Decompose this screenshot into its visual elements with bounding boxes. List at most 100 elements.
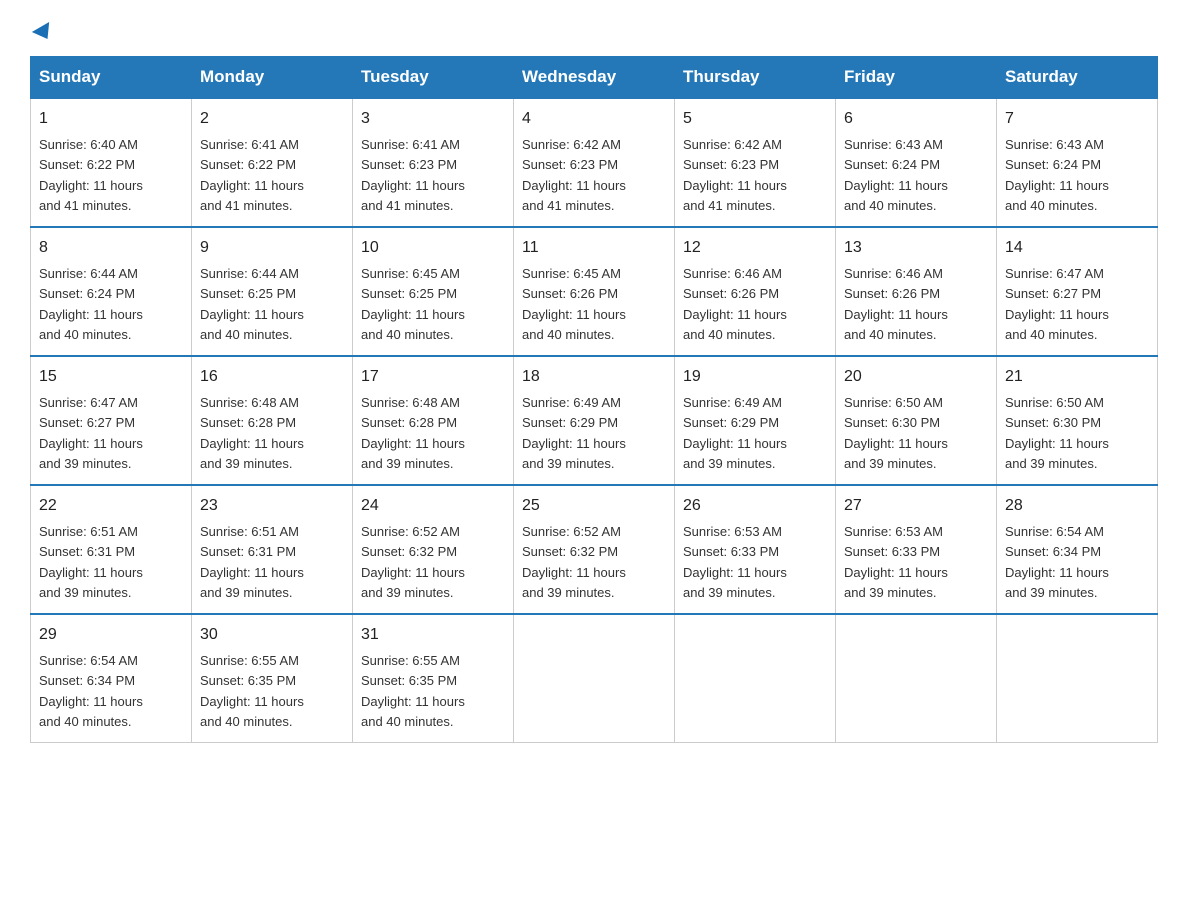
day-info: Sunrise: 6:40 AM Sunset: 6:22 PM Dayligh…: [39, 137, 143, 213]
column-header-sunday: Sunday: [31, 57, 192, 99]
calendar-cell: 1 Sunrise: 6:40 AM Sunset: 6:22 PM Dayli…: [31, 98, 192, 227]
calendar-cell: 5 Sunrise: 6:42 AM Sunset: 6:23 PM Dayli…: [675, 98, 836, 227]
calendar-cell: 24 Sunrise: 6:52 AM Sunset: 6:32 PM Dayl…: [353, 485, 514, 614]
day-info: Sunrise: 6:54 AM Sunset: 6:34 PM Dayligh…: [1005, 524, 1109, 600]
day-info: Sunrise: 6:46 AM Sunset: 6:26 PM Dayligh…: [683, 266, 787, 342]
day-number: 13: [844, 236, 988, 260]
calendar-cell: 25 Sunrise: 6:52 AM Sunset: 6:32 PM Dayl…: [514, 485, 675, 614]
day-info: Sunrise: 6:55 AM Sunset: 6:35 PM Dayligh…: [361, 653, 465, 729]
day-number: 19: [683, 365, 827, 389]
day-info: Sunrise: 6:50 AM Sunset: 6:30 PM Dayligh…: [844, 395, 948, 471]
day-number: 2: [200, 107, 344, 131]
day-number: 22: [39, 494, 183, 518]
day-info: Sunrise: 6:48 AM Sunset: 6:28 PM Dayligh…: [200, 395, 304, 471]
day-number: 3: [361, 107, 505, 131]
calendar-week-4: 22 Sunrise: 6:51 AM Sunset: 6:31 PM Dayl…: [31, 485, 1158, 614]
calendar-cell: [514, 614, 675, 743]
column-header-wednesday: Wednesday: [514, 57, 675, 99]
day-info: Sunrise: 6:49 AM Sunset: 6:29 PM Dayligh…: [522, 395, 626, 471]
calendar-cell: 17 Sunrise: 6:48 AM Sunset: 6:28 PM Dayl…: [353, 356, 514, 485]
day-number: 18: [522, 365, 666, 389]
day-number: 26: [683, 494, 827, 518]
day-info: Sunrise: 6:46 AM Sunset: 6:26 PM Dayligh…: [844, 266, 948, 342]
day-number: 8: [39, 236, 183, 260]
calendar-cell: 4 Sunrise: 6:42 AM Sunset: 6:23 PM Dayli…: [514, 98, 675, 227]
day-info: Sunrise: 6:54 AM Sunset: 6:34 PM Dayligh…: [39, 653, 143, 729]
day-number: 7: [1005, 107, 1149, 131]
day-info: Sunrise: 6:43 AM Sunset: 6:24 PM Dayligh…: [1005, 137, 1109, 213]
logo: [30, 24, 54, 38]
logo-triangle-icon: [32, 22, 56, 44]
day-info: Sunrise: 6:45 AM Sunset: 6:25 PM Dayligh…: [361, 266, 465, 342]
day-info: Sunrise: 6:41 AM Sunset: 6:22 PM Dayligh…: [200, 137, 304, 213]
calendar-header: SundayMondayTuesdayWednesdayThursdayFrid…: [31, 57, 1158, 99]
logo-blue-text: [30, 24, 54, 38]
day-info: Sunrise: 6:42 AM Sunset: 6:23 PM Dayligh…: [522, 137, 626, 213]
calendar-cell: 28 Sunrise: 6:54 AM Sunset: 6:34 PM Dayl…: [997, 485, 1158, 614]
day-number: 12: [683, 236, 827, 260]
day-number: 10: [361, 236, 505, 260]
calendar-cell: 9 Sunrise: 6:44 AM Sunset: 6:25 PM Dayli…: [192, 227, 353, 356]
calendar-cell: [997, 614, 1158, 743]
day-info: Sunrise: 6:42 AM Sunset: 6:23 PM Dayligh…: [683, 137, 787, 213]
day-number: 14: [1005, 236, 1149, 260]
calendar-cell: 22 Sunrise: 6:51 AM Sunset: 6:31 PM Dayl…: [31, 485, 192, 614]
day-info: Sunrise: 6:52 AM Sunset: 6:32 PM Dayligh…: [522, 524, 626, 600]
day-info: Sunrise: 6:49 AM Sunset: 6:29 PM Dayligh…: [683, 395, 787, 471]
day-number: 25: [522, 494, 666, 518]
calendar-cell: 13 Sunrise: 6:46 AM Sunset: 6:26 PM Dayl…: [836, 227, 997, 356]
column-header-saturday: Saturday: [997, 57, 1158, 99]
calendar-cell: 27 Sunrise: 6:53 AM Sunset: 6:33 PM Dayl…: [836, 485, 997, 614]
day-number: 31: [361, 623, 505, 647]
day-number: 20: [844, 365, 988, 389]
day-number: 29: [39, 623, 183, 647]
day-number: 4: [522, 107, 666, 131]
calendar-table: SundayMondayTuesdayWednesdayThursdayFrid…: [30, 56, 1158, 743]
day-info: Sunrise: 6:47 AM Sunset: 6:27 PM Dayligh…: [39, 395, 143, 471]
day-number: 9: [200, 236, 344, 260]
day-number: 30: [200, 623, 344, 647]
calendar-cell: 3 Sunrise: 6:41 AM Sunset: 6:23 PM Dayli…: [353, 98, 514, 227]
day-info: Sunrise: 6:48 AM Sunset: 6:28 PM Dayligh…: [361, 395, 465, 471]
column-header-tuesday: Tuesday: [353, 57, 514, 99]
calendar-week-2: 8 Sunrise: 6:44 AM Sunset: 6:24 PM Dayli…: [31, 227, 1158, 356]
day-number: 16: [200, 365, 344, 389]
column-header-friday: Friday: [836, 57, 997, 99]
calendar-cell: [836, 614, 997, 743]
day-info: Sunrise: 6:44 AM Sunset: 6:25 PM Dayligh…: [200, 266, 304, 342]
day-info: Sunrise: 6:52 AM Sunset: 6:32 PM Dayligh…: [361, 524, 465, 600]
calendar-week-5: 29 Sunrise: 6:54 AM Sunset: 6:34 PM Dayl…: [31, 614, 1158, 743]
calendar-cell: 15 Sunrise: 6:47 AM Sunset: 6:27 PM Dayl…: [31, 356, 192, 485]
column-header-thursday: Thursday: [675, 57, 836, 99]
calendar-cell: 30 Sunrise: 6:55 AM Sunset: 6:35 PM Dayl…: [192, 614, 353, 743]
calendar-cell: 10 Sunrise: 6:45 AM Sunset: 6:25 PM Dayl…: [353, 227, 514, 356]
day-number: 15: [39, 365, 183, 389]
day-number: 5: [683, 107, 827, 131]
day-number: 11: [522, 236, 666, 260]
calendar-cell: 2 Sunrise: 6:41 AM Sunset: 6:22 PM Dayli…: [192, 98, 353, 227]
calendar-cell: 31 Sunrise: 6:55 AM Sunset: 6:35 PM Dayl…: [353, 614, 514, 743]
calendar-cell: 29 Sunrise: 6:54 AM Sunset: 6:34 PM Dayl…: [31, 614, 192, 743]
day-info: Sunrise: 6:55 AM Sunset: 6:35 PM Dayligh…: [200, 653, 304, 729]
calendar-cell: 18 Sunrise: 6:49 AM Sunset: 6:29 PM Dayl…: [514, 356, 675, 485]
calendar-cell: 23 Sunrise: 6:51 AM Sunset: 6:31 PM Dayl…: [192, 485, 353, 614]
day-number: 24: [361, 494, 505, 518]
calendar-cell: 11 Sunrise: 6:45 AM Sunset: 6:26 PM Dayl…: [514, 227, 675, 356]
calendar-cell: 20 Sunrise: 6:50 AM Sunset: 6:30 PM Dayl…: [836, 356, 997, 485]
calendar-cell: [675, 614, 836, 743]
day-info: Sunrise: 6:51 AM Sunset: 6:31 PM Dayligh…: [39, 524, 143, 600]
calendar-week-3: 15 Sunrise: 6:47 AM Sunset: 6:27 PM Dayl…: [31, 356, 1158, 485]
day-number: 1: [39, 107, 183, 131]
day-number: 23: [200, 494, 344, 518]
day-info: Sunrise: 6:53 AM Sunset: 6:33 PM Dayligh…: [844, 524, 948, 600]
day-info: Sunrise: 6:47 AM Sunset: 6:27 PM Dayligh…: [1005, 266, 1109, 342]
day-info: Sunrise: 6:41 AM Sunset: 6:23 PM Dayligh…: [361, 137, 465, 213]
calendar-cell: 16 Sunrise: 6:48 AM Sunset: 6:28 PM Dayl…: [192, 356, 353, 485]
calendar-cell: 12 Sunrise: 6:46 AM Sunset: 6:26 PM Dayl…: [675, 227, 836, 356]
day-number: 27: [844, 494, 988, 518]
calendar-cell: 6 Sunrise: 6:43 AM Sunset: 6:24 PM Dayli…: [836, 98, 997, 227]
calendar-week-1: 1 Sunrise: 6:40 AM Sunset: 6:22 PM Dayli…: [31, 98, 1158, 227]
day-info: Sunrise: 6:50 AM Sunset: 6:30 PM Dayligh…: [1005, 395, 1109, 471]
day-info: Sunrise: 6:44 AM Sunset: 6:24 PM Dayligh…: [39, 266, 143, 342]
calendar-cell: 7 Sunrise: 6:43 AM Sunset: 6:24 PM Dayli…: [997, 98, 1158, 227]
